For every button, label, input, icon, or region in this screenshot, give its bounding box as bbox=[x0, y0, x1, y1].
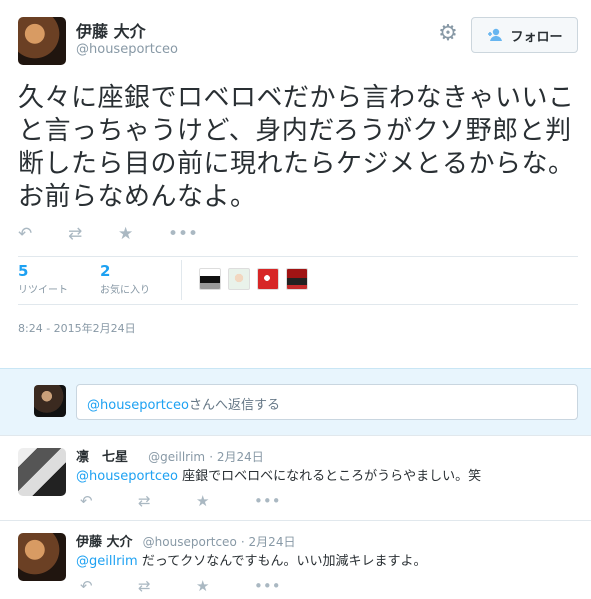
more-icon[interactable]: ••• bbox=[254, 492, 312, 510]
reply-mention-link[interactable]: @geillrim bbox=[76, 554, 138, 569]
reply-input[interactable]: @houseportceoさんへ返信する bbox=[76, 384, 578, 420]
reply-actions: ↶ ⇄ ★ ••• bbox=[80, 492, 312, 510]
retweet-stat[interactable]: 5 リツイート bbox=[18, 262, 100, 296]
gear-icon[interactable]: ⚙ bbox=[436, 22, 460, 46]
author-screen-name[interactable]: @houseportceo bbox=[76, 42, 178, 57]
reply-header: 凛 七星 @geillrim · 2月24日 bbox=[76, 446, 264, 465]
current-user-avatar bbox=[34, 385, 66, 417]
reply-body: 座銀でロベロベになれるところがうらやましい。笑 bbox=[177, 469, 482, 484]
more-icon[interactable]: ••• bbox=[168, 222, 218, 246]
favorite-stat[interactable]: 2 お気に入り bbox=[100, 262, 182, 296]
favorite-stat-label: お気に入り bbox=[100, 285, 150, 296]
reply-input-suffix: さんへ返信する bbox=[188, 398, 280, 413]
reply-date[interactable]: · 2月24日 bbox=[241, 535, 296, 549]
tweet-text: 久々に座銀でロベロベだから言わなきゃいいこと言っちゃうけど、身内だろうがクソ野郎… bbox=[18, 83, 575, 212]
reply-text: @geillrim だってクソなんですもん。いい加減キレますよ。 bbox=[76, 550, 576, 569]
reply-icon[interactable]: ↶ bbox=[80, 577, 138, 595]
engager-avatar-2[interactable] bbox=[228, 268, 250, 290]
retweet-icon[interactable]: ⇄ bbox=[68, 222, 118, 246]
reply-author-avatar[interactable] bbox=[18, 533, 66, 581]
reply-header: 伊藤 大介 @houseportceo · 2月24日 bbox=[76, 531, 295, 550]
author-display-name[interactable]: 伊藤 大介 bbox=[76, 18, 146, 42]
reply-author-name[interactable]: 凛 七星 bbox=[76, 450, 128, 465]
star-icon[interactable]: ★ bbox=[118, 222, 168, 246]
retweet-icon[interactable]: ⇄ bbox=[138, 577, 196, 595]
reply-author-screen-name[interactable]: @geillrim bbox=[148, 450, 205, 464]
tweet-actions: ↶ ⇄ ★ ••• bbox=[18, 222, 218, 246]
follow-button[interactable]: フォロー bbox=[471, 17, 578, 53]
engager-avatars bbox=[199, 268, 308, 290]
reply-date[interactable]: · 2月24日 bbox=[209, 450, 264, 464]
reply-icon[interactable]: ↶ bbox=[80, 492, 138, 510]
add-user-icon bbox=[488, 28, 503, 41]
tweet-stats: 5 リツイート 2 お気に入り bbox=[18, 262, 198, 296]
stats-divider bbox=[181, 260, 182, 300]
retweet-stat-label: リツイート bbox=[18, 285, 68, 296]
star-icon[interactable]: ★ bbox=[196, 492, 254, 510]
retweet-count[interactable]: 5 bbox=[18, 262, 100, 280]
reply-input-mention: @houseportceo bbox=[87, 398, 189, 413]
retweet-icon[interactable]: ⇄ bbox=[138, 492, 196, 510]
star-icon[interactable]: ★ bbox=[196, 577, 254, 595]
reply-author-avatar[interactable] bbox=[18, 448, 66, 496]
stats-top-divider bbox=[18, 256, 578, 257]
favorite-count[interactable]: 2 bbox=[100, 262, 182, 280]
tweet-timestamp[interactable]: 8:24 - 2015年2月24日 bbox=[18, 320, 136, 336]
engager-avatar-4[interactable] bbox=[286, 268, 308, 290]
engager-avatar-1[interactable] bbox=[199, 268, 221, 290]
reply-mention-link[interactable]: @houseportceo bbox=[76, 469, 178, 484]
reply-text: @houseportceo 座銀でロベロベになれるところがうらやましい。笑 bbox=[76, 465, 576, 484]
reply-body: だってクソなんですもん。いい加減キレますよ。 bbox=[137, 554, 427, 569]
engager-avatar-3[interactable] bbox=[257, 268, 279, 290]
reply-author-name[interactable]: 伊藤 大介 bbox=[76, 535, 133, 550]
reply-icon[interactable]: ↶ bbox=[18, 222, 68, 246]
reply-actions: ↶ ⇄ ★ ••• bbox=[80, 577, 312, 595]
reply-divider bbox=[0, 520, 591, 521]
author-avatar[interactable] bbox=[18, 17, 66, 65]
follow-label: フォロー bbox=[510, 29, 563, 45]
stats-bottom-divider bbox=[18, 304, 578, 305]
more-icon[interactable]: ••• bbox=[254, 577, 312, 595]
reply-author-screen-name[interactable]: @houseportceo bbox=[143, 535, 237, 549]
